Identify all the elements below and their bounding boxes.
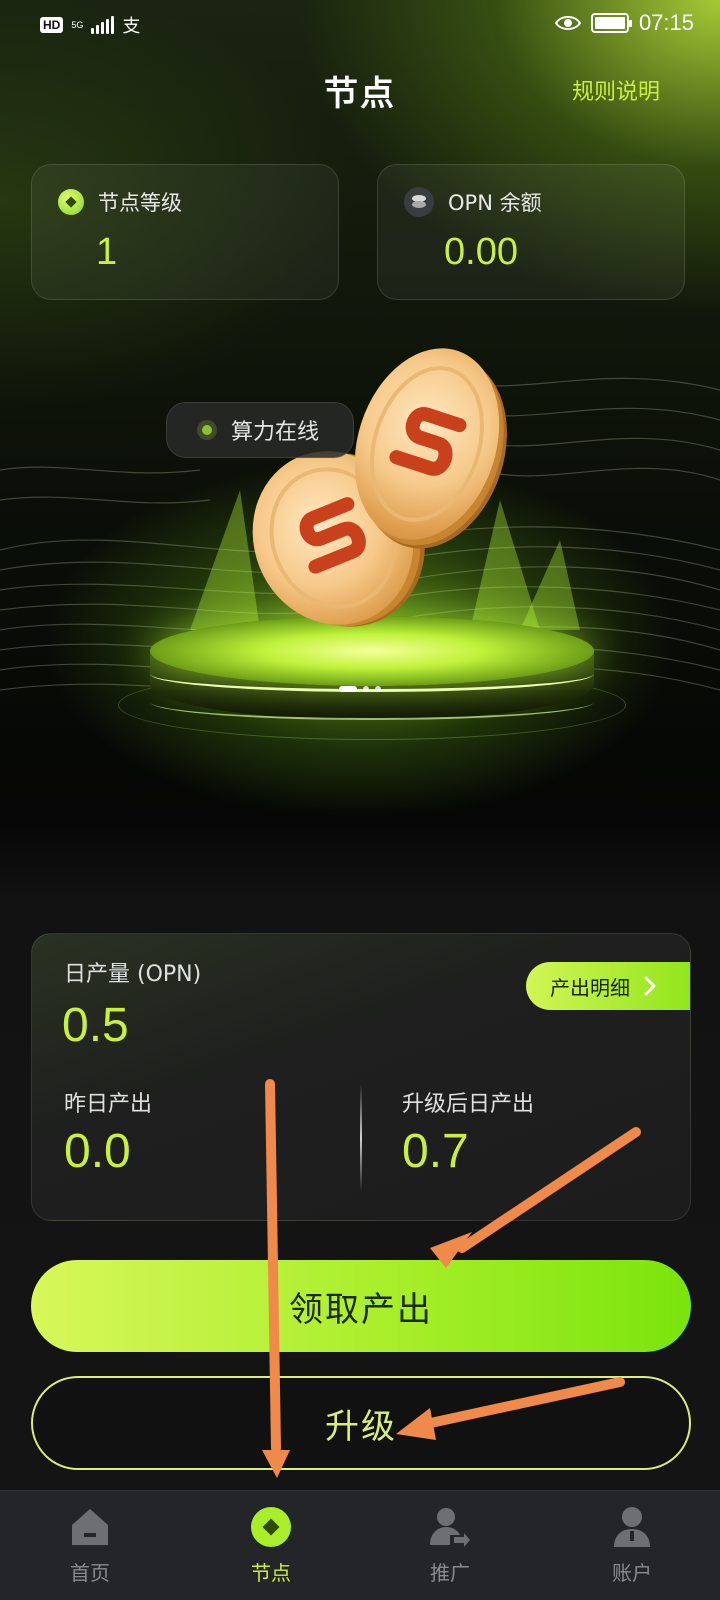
stats-divider [360,1084,362,1192]
claim-output-button[interactable]: 领取产出 [31,1260,691,1352]
battery-icon [590,13,632,33]
upgrade-label: 升级 [325,1406,397,1447]
eye-icon [554,16,581,30]
clock: 07:15 [638,10,694,35]
home-icon [72,1509,108,1545]
after-upgrade-output-label: 升级后日产出 [402,1092,535,1117]
nav-label-home: 首页 [70,1561,110,1585]
yesterday-output-value: 0.0 [64,1125,131,1178]
production-stats-card: 日产量 (OPN) 0.5 产出明细 昨日产出 0.0 升级后日产出 0.7 [31,933,691,1221]
nav-item-promote[interactable]: 推广 [390,1505,510,1586]
node-icon [251,1507,291,1547]
pager-dot[interactable] [363,686,369,692]
nav-label-promote: 推广 [430,1561,470,1585]
diamond-icon [58,189,84,215]
yesterday-output-label: 昨日产出 [64,1092,153,1117]
nav-item-account[interactable]: 账户 [572,1505,692,1586]
online-status-dot [197,420,217,440]
hero-illustration: 算力在线 [0,320,720,800]
coin-stack-icon [404,187,434,217]
hd-badge: HD [40,17,64,33]
app-screen: HD 5G 支 07:15 节点 规则说明 节点等级 1 OPN 余额 0.00… [0,0,720,1600]
daily-output-value: 0.5 [62,999,129,1052]
nav-label-account: 账户 [612,1561,652,1585]
opn-balance-card: OPN 余额 0.00 [377,164,685,300]
node-level-card: 节点等级 1 [31,164,339,300]
status-left: HD 5G 支 [40,12,140,38]
nav-label-node: 节点 [251,1561,291,1585]
opn-balance-value: 0.00 [444,231,518,273]
status-right: 07:15 [554,10,694,36]
pager-dot[interactable] [375,686,381,692]
nav-item-node[interactable]: 节点 [211,1505,331,1586]
output-detail-label: 产出明细 [550,975,630,1000]
account-icon [614,1507,650,1547]
output-detail-button[interactable]: 产出明细 [526,962,690,1010]
opn-balance-label: OPN 余额 [448,191,542,215]
after-upgrade-output-value: 0.7 [402,1125,469,1178]
node-level-value: 1 [96,231,118,273]
promote-icon [430,1508,470,1547]
opn-balance-label-row: OPN 余额 [404,187,542,217]
carousel-pager[interactable] [0,686,720,692]
chevron-right-icon [644,976,656,996]
network-type: 5G [71,19,84,30]
node-level-label: 节点等级 [98,191,182,215]
rules-link[interactable]: 规则说明 [572,74,660,106]
compute-online-badge: 算力在线 [166,402,354,458]
node-level-label-row: 节点等级 [58,187,182,217]
bottom-nav: 首页 节点 推广 账户 [0,1490,720,1600]
upgrade-button[interactable]: 升级 [31,1376,691,1470]
status-bar: HD 5G 支 07:15 [0,0,720,50]
signal-icon [91,16,115,34]
claim-output-label: 领取产出 [289,1289,433,1330]
nav-item-home[interactable]: 首页 [30,1505,150,1586]
alipay-icon: 支 [122,16,141,37]
pager-dot-active[interactable] [339,686,357,692]
compute-online-label: 算力在线 [231,420,320,445]
daily-output-label: 日产量 (OPN) [64,962,202,987]
